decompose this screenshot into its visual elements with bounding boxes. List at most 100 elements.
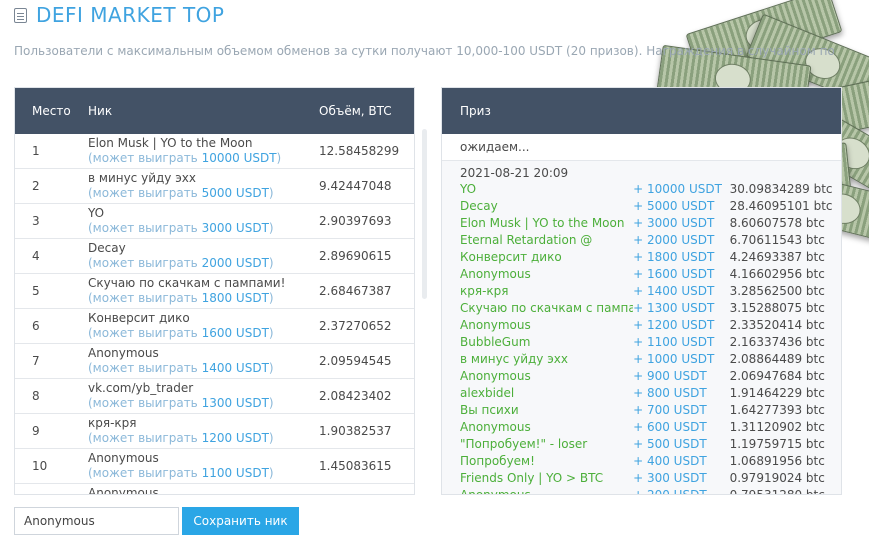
prize-date: 2021-08-21 20:09: [460, 166, 569, 180]
leaderboard-header: Место Ник Объём, BTC: [15, 88, 414, 134]
nick-name: Decay: [88, 241, 126, 255]
prize-btc-volume: 1.19759715 btc: [729, 437, 825, 451]
prize-winner-name: в минус уйду эхх: [460, 352, 568, 366]
page-subtitle: Пользователи с максимальным объемом обме…: [14, 44, 834, 58]
volume-cell: 2.09594545: [319, 354, 392, 368]
list-item: Попробуем! + 400 USDT 1.06891956 btc: [442, 453, 841, 470]
place-cell: 5: [32, 284, 40, 298]
list-item: Скучаю по скачкам с пампами!+ 1300 USDT 3…: [442, 300, 841, 317]
place-cell: 6: [32, 319, 40, 333]
prize-btc-volume: 0.97919024 btc: [729, 471, 825, 485]
prize-amount: + 800 USDT: [633, 386, 707, 400]
list-item: Friends Only | YO > BTC + 300 USDT 0.97919…: [442, 470, 841, 487]
list-item: YO + 10000 USDT 30.09834289 btc: [442, 181, 841, 198]
scrollbar-thumb[interactable]: [422, 129, 427, 299]
prize-amount: + 2000 USDT: [633, 233, 715, 247]
place-cell: 8: [32, 389, 40, 403]
prize-btc-volume: 28.46095101 btc: [729, 199, 833, 213]
prize-winner-name: Friends Only | YO > BTC: [460, 471, 604, 485]
leaderboard-scrollbar[interactable]: [422, 87, 427, 495]
prize-winner-name: кря-кря: [460, 284, 509, 298]
list-item: кря-кря + 1400 USDT 3.28562500 btc: [442, 283, 841, 300]
prize-winner-name: Anonymous: [460, 318, 531, 332]
volume-cell: 12.58458299: [319, 144, 400, 158]
place-cell: 3: [32, 214, 40, 228]
nick-name: vk.com/yb_trader: [88, 381, 194, 395]
nick-cell: Скучаю по скачкам с пампами! (может выигр…: [88, 276, 316, 306]
place-cell: 9: [32, 424, 40, 438]
win-hint-prefix: (может выиграть: [88, 396, 202, 410]
list-item: Anonymous + 200 USDT 0.79531280 btc: [442, 487, 841, 495]
win-hint: (может выиграть 5000 USDT): [88, 186, 316, 201]
prize-btc-volume: 6.70611543 btc: [729, 233, 825, 247]
win-hint-suffix: ): [268, 466, 274, 480]
nick-name: Конверсит дико: [88, 311, 190, 325]
nickname-input[interactable]: [14, 507, 179, 535]
prize-btc-volume: 4.16602956 btc: [729, 267, 825, 281]
prize-btc-volume: 0.79531280 btc: [729, 488, 825, 495]
prize-rows: YO + 10000 USDT 30.09834289 btc Decay + 5000…: [442, 181, 841, 495]
win-hint-prefix: (может выиграть: [88, 256, 202, 270]
document-icon: [14, 7, 27, 23]
win-amount: 1600 USDT: [201, 326, 269, 340]
prize-amount: + 1000 USDT: [633, 352, 715, 366]
prize-winner-name: BubbleGum: [460, 335, 531, 349]
save-nick-button[interactable]: Сохранить ник: [182, 507, 299, 535]
table-row: 2 в минус уйду эхх (может выиграть 5000 US…: [15, 169, 414, 204]
prize-winner-name: Decay: [460, 199, 498, 213]
prize-btc-volume: 1.64277393 btc: [729, 403, 825, 417]
prize-btc-volume: 3.15288075 btc: [729, 301, 825, 315]
win-hint-prefix: (может выиграть: [88, 186, 202, 200]
volume-cell: 1.38796769: [316, 494, 414, 495]
list-item: Anonymous + 1600 USDT 4.16602956 btc: [442, 266, 841, 283]
prize-amount: + 700 USDT: [633, 403, 707, 417]
column-header-volume: Объём, BTC: [319, 104, 392, 118]
win-hint-suffix: ): [268, 326, 274, 340]
win-amount: 1300 USDT: [201, 396, 269, 410]
table-row: 1 Elon Musk | YO to the Moon (может выигра…: [15, 134, 414, 169]
nick-cell: в минус уйду эхх (может выиграть 5000 USD…: [88, 171, 316, 201]
list-item: Anonymous + 1200 USDT 2.33520414 btc: [442, 317, 841, 334]
prize-scrollbar[interactable]: [851, 87, 856, 495]
page-header: DEFI MARKET TOP: [14, 3, 224, 27]
nick-cell: Anonymous (может выиграть 1400 USDT): [88, 346, 316, 376]
table-row: 8 vk.com/yb_trader (может выиграть 1300 US…: [15, 379, 414, 414]
place-cell: 1: [32, 144, 40, 158]
prize-amount: + 500 USDT: [633, 437, 707, 451]
win-hint-suffix: ): [268, 361, 274, 375]
list-item: Anonymous + 600 USDT 1.31120902 btc: [442, 419, 841, 436]
win-amount: 1100 USDT: [201, 466, 269, 480]
prize-amount: + 200 USDT: [633, 488, 707, 495]
nick-cell: vk.com/yb_trader (может выиграть 1300 USD…: [88, 381, 316, 411]
win-hint-suffix: ): [268, 256, 274, 270]
win-hint-prefix: (может выиграть: [88, 466, 202, 480]
win-hint: (может выиграть 1800 USDT): [88, 291, 316, 306]
place-cell: 10: [32, 459, 48, 473]
win-amount: 1200 USDT: [201, 431, 269, 445]
prize-btc-volume: 2.08864489 btc: [729, 352, 825, 366]
table-row: 4 Decay (может выиграть 2000 USDT) 2.896906…: [15, 239, 414, 274]
win-hint: (может выиграть 2000 USDT): [88, 256, 316, 271]
win-amount: 1800 USDT: [201, 291, 269, 305]
list-item: в минус уйду эхх + 1000 USDT 2.08864489 bt…: [442, 351, 841, 368]
table-row: 9 кря-кря (может выиграть 1200 USDT) 1.9038…: [15, 414, 414, 449]
prize-panel: Приз ожидаем... 2021-08-21 20:09 YO + 100…: [441, 87, 842, 495]
prize-amount: + 5000 USDT: [633, 199, 715, 213]
nick-name: Anonymous: [88, 346, 159, 360]
win-hint: (может выиграть 1200 USDT): [88, 431, 316, 446]
nick-cell: кря-кря (может выиграть 1200 USDT): [88, 416, 316, 446]
volume-cell: 2.89690615: [319, 249, 392, 263]
nick-name: в минус уйду эхх: [88, 171, 196, 185]
nick-cell: Decay (может выиграть 2000 USDT): [88, 241, 316, 271]
prize-btc-volume: 1.06891956 btc: [729, 454, 825, 468]
prize-btc-volume: 2.06947684 btc: [729, 369, 825, 383]
prize-amount: + 400 USDT: [633, 454, 707, 468]
list-item: Anonymous + 900 USDT 2.06947684 btc: [442, 368, 841, 385]
win-hint-prefix: (может выиграть: [88, 361, 202, 375]
nick-cell: Anonymous (может выиграть 1100 USDT): [88, 451, 316, 481]
prize-winner-name: Попробуем!: [460, 454, 535, 468]
list-item: Eternal Retardation @ + 2000 USDT 6.706115…: [442, 232, 841, 249]
volume-cell: 1.90382537: [319, 424, 392, 438]
prize-btc-volume: 8.60607578 btc: [729, 216, 825, 230]
place-cell: 7: [32, 354, 40, 368]
